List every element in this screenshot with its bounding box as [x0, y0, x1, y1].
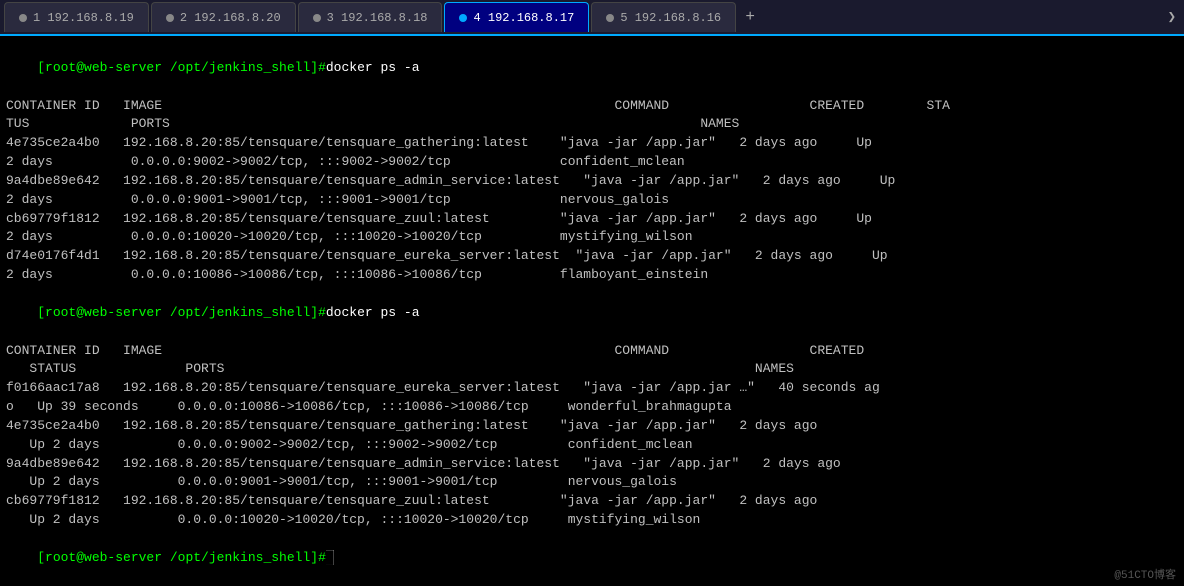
line-21: cb69779f1812 192.168.8.20:85/tensquare/t…	[6, 492, 1178, 511]
line-14: STATUS PORTS NAMES	[6, 360, 1178, 379]
line-11: 2 days 0.0.0.0:10086->10086/tcp, :::1008…	[6, 266, 1178, 285]
tab-scroll-button[interactable]: ❯	[1164, 9, 1180, 26]
tab-1[interactable]: 1 192.168.8.19	[4, 2, 149, 32]
terminal: [root@web-server /opt/jenkins_shell]#doc…	[0, 36, 1184, 586]
tab-2[interactable]: 2 192.168.8.20	[151, 2, 296, 32]
tab-4[interactable]: 4 192.168.8.17	[444, 2, 589, 32]
line-18: Up 2 days 0.0.0.0:9002->9002/tcp, :::900…	[6, 436, 1178, 455]
tab-add-button[interactable]: +	[738, 5, 762, 29]
line-12: [root@web-server /opt/jenkins_shell]#doc…	[6, 285, 1178, 342]
watermark: @51CTO博客	[1114, 566, 1176, 582]
line-17: 4e735ce2a4b0 192.168.8.20:85/tensquare/t…	[6, 417, 1178, 436]
line-19: 9a4dbe89e642 192.168.8.20:85/tensquare/t…	[6, 455, 1178, 474]
line-22: Up 2 days 0.0.0.0:10020->10020/tcp, :::1…	[6, 511, 1178, 530]
tab-3[interactable]: 3 192.168.8.18	[298, 2, 443, 32]
line-8: cb69779f1812 192.168.8.20:85/tensquare/t…	[6, 210, 1178, 229]
line-23: [root@web-server /opt/jenkins_shell]#█	[6, 530, 1178, 586]
tab-bar: 1 192.168.8.19 2 192.168.8.20 3 192.168.…	[0, 0, 1184, 36]
line-4: 4e735ce2a4b0 192.168.8.20:85/tensquare/t…	[6, 134, 1178, 153]
tab-5[interactable]: 5 192.168.8.16	[591, 2, 736, 32]
line-1: [root@web-server /opt/jenkins_shell]#doc…	[6, 40, 1178, 97]
line-15: f0166aac17a8 192.168.8.20:85/tensquare/t…	[6, 379, 1178, 398]
line-9: 2 days 0.0.0.0:10020->10020/tcp, :::1002…	[6, 228, 1178, 247]
line-7: 2 days 0.0.0.0:9001->9001/tcp, :::9001->…	[6, 191, 1178, 210]
line-20: Up 2 days 0.0.0.0:9001->9001/tcp, :::900…	[6, 473, 1178, 492]
line-3: TUS PORTS NAMES	[6, 115, 1178, 134]
line-13: CONTAINER ID IMAGE COMMAND CREATED	[6, 342, 1178, 361]
line-16: o Up 39 seconds 0.0.0.0:10086->10086/tcp…	[6, 398, 1178, 417]
line-6: 9a4dbe89e642 192.168.8.20:85/tensquare/t…	[6, 172, 1178, 191]
line-2: CONTAINER ID IMAGE COMMAND CREATED STA	[6, 97, 1178, 116]
line-10: d74e0176f4d1 192.168.8.20:85/tensquare/t…	[6, 247, 1178, 266]
line-5: 2 days 0.0.0.0:9002->9002/tcp, :::9002->…	[6, 153, 1178, 172]
